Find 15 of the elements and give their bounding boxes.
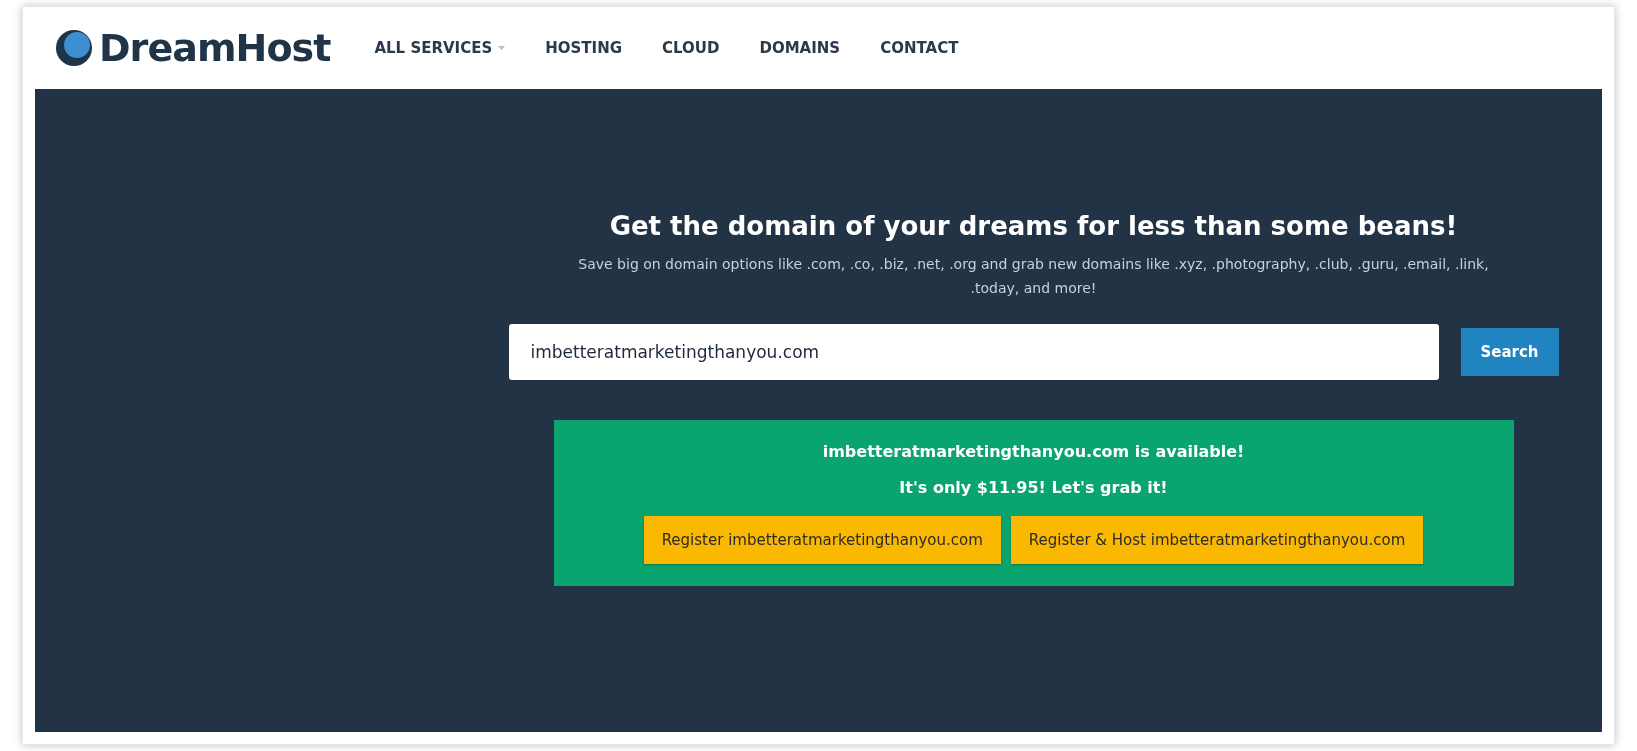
hero-title: Get the domain of your dreams for less than some beans! (609, 210, 1458, 243)
logo-icon (55, 29, 93, 67)
logo-text[interactable]: DreamHost (99, 29, 331, 67)
nav-link[interactable]: CLOUD (662, 36, 720, 60)
nav-link[interactable]: CONTACT (880, 36, 959, 60)
search-button[interactable]: Search (1460, 328, 1559, 376)
register-button[interactable]: Register & Host imbetteratmarketingthanyou.com (1010, 516, 1424, 564)
nav-link[interactable]: ALL SERVICES (374, 36, 506, 60)
price-message: It's only $11.95! Let's grab it! (899, 477, 1168, 499)
hero-subtitle: Save big on domain options like .com, .co, .biz, .net, .org and grab new domains like .xyz, .photography, .club, .guru, .email, .link, .today, and more! (577, 255, 1490, 298)
register-button[interactable]: Register imbetteratmarketingthanyou.com (643, 516, 1001, 564)
nav-link[interactable]: DOMAINS (759, 36, 841, 60)
search-field[interactable]: imbetteratmarketingthanyou.com (508, 324, 1439, 380)
nav-link[interactable]: HOSTING (545, 36, 623, 60)
availability-message: imbetteratmarketingthanyou.com is available! (822, 441, 1245, 463)
